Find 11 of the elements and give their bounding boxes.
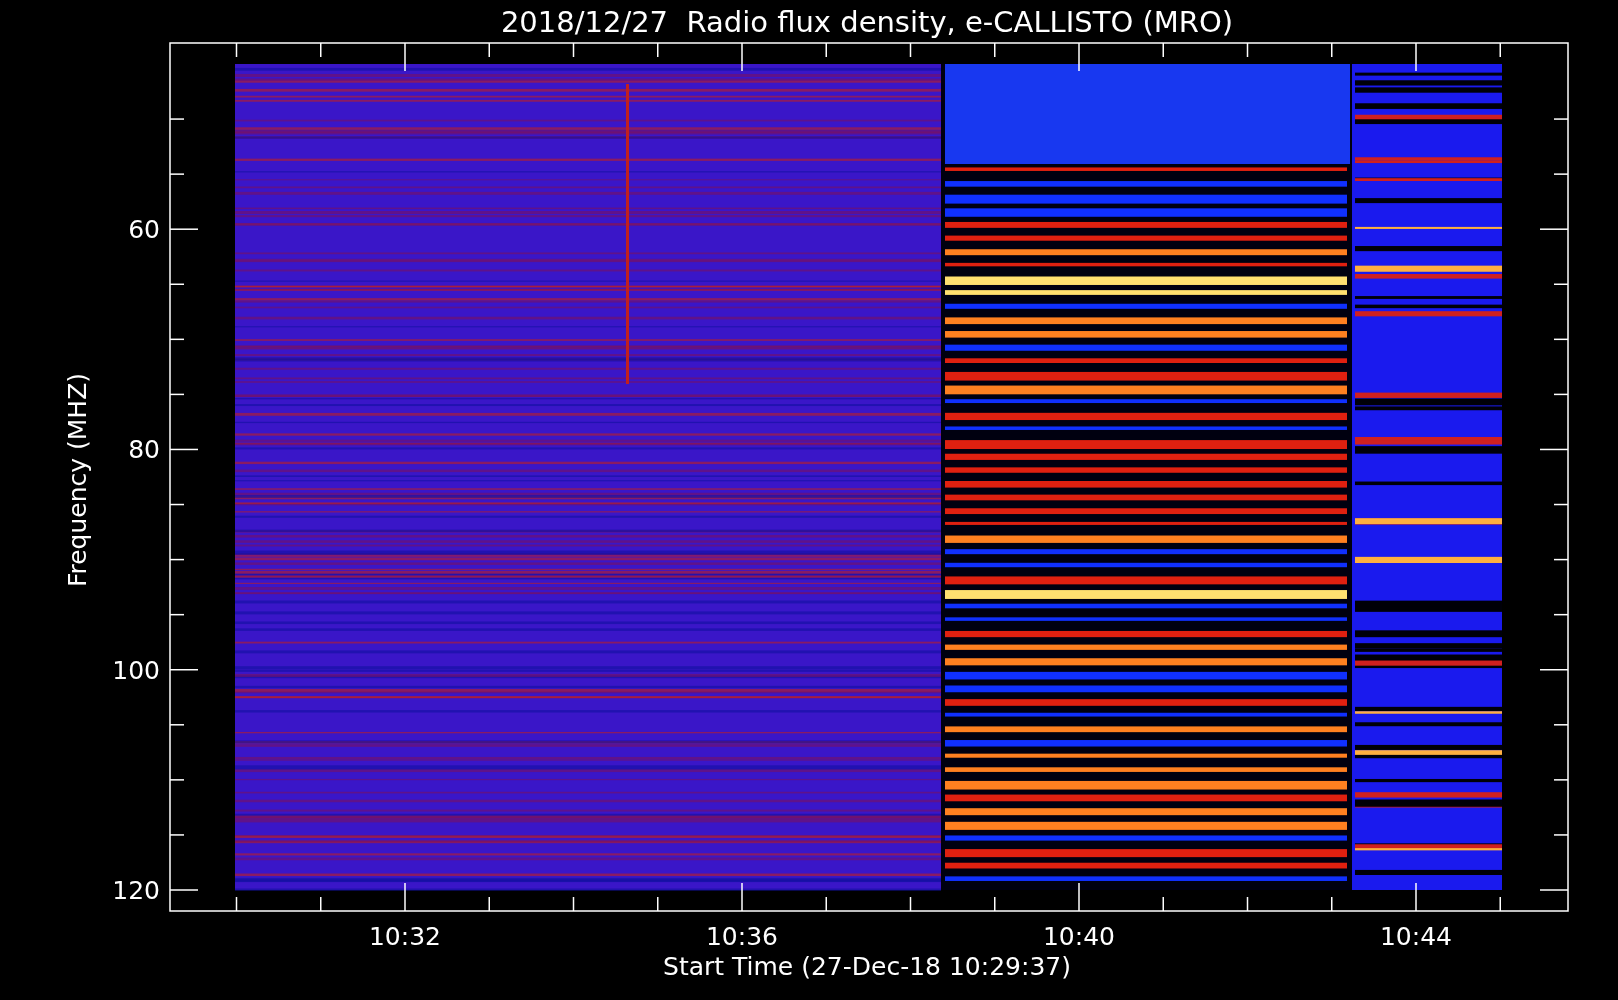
y-tick-label: 60	[128, 215, 160, 245]
y-tick-label: 100	[112, 655, 160, 685]
x-axis-label: Start Time (27-Dec-18 10:29:37)	[663, 952, 1071, 981]
y-tick-label: 80	[128, 435, 160, 465]
x-tick-label: 10:32	[369, 922, 441, 951]
x-tick-label: 10:40	[1043, 922, 1115, 951]
x-tick-label: 10:36	[706, 922, 778, 951]
x-tick-label: 10:44	[1380, 922, 1452, 951]
y-tick-label: 120	[112, 876, 160, 905]
chart-title: 2018/12/27 Radio flux density, e-CALLISTO (MRO)	[500, 5, 1234, 39]
y-axis-label: Frequency (MHZ)	[63, 372, 92, 588]
